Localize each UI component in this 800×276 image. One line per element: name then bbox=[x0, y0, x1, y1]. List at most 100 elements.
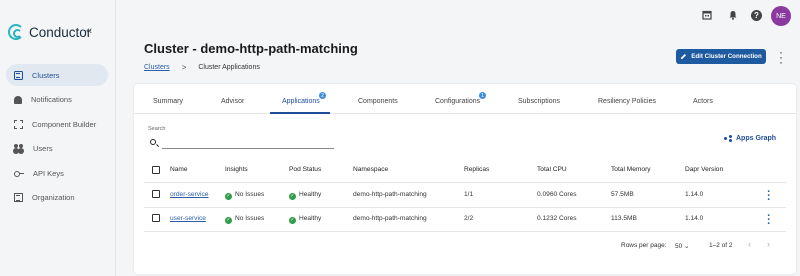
search-label: Search bbox=[148, 126, 166, 132]
dapr-version-cell: 1.14.0 bbox=[685, 191, 704, 198]
breadcrumb-separator: > bbox=[181, 63, 187, 72]
users-icon bbox=[14, 144, 24, 153]
tab-actors[interactable]: Actors bbox=[693, 98, 713, 105]
tab-applications-badge: 2 bbox=[319, 92, 326, 99]
pod-status-cell: ✓ Healthy bbox=[289, 215, 321, 224]
applications-card: Summary Advisor Applications 2 Component… bbox=[134, 84, 796, 274]
sidebar-item-label: Clusters bbox=[32, 70, 60, 80]
sidebar-nav: Clusters Notifications Component Builder… bbox=[6, 64, 108, 211]
column-header-replicas[interactable]: Replicas bbox=[464, 166, 489, 173]
breadcrumb-current: Cluster Applications bbox=[198, 64, 260, 71]
app-link-user-service[interactable]: user-service bbox=[170, 215, 206, 222]
tab-components[interactable]: Components bbox=[358, 98, 398, 105]
row-checkbox[interactable] bbox=[152, 190, 160, 198]
edit-cluster-connection-button[interactable]: Edit Cluster Connection bbox=[676, 49, 766, 64]
tab-resiliency-policies[interactable]: Resiliency Policies bbox=[598, 98, 656, 105]
breadcrumb: Clusters > Cluster Applications bbox=[144, 63, 260, 72]
tab-summary[interactable]: Summary bbox=[153, 98, 183, 105]
search-icon bbox=[150, 139, 156, 145]
total-cpu-cell: 0.1232 Cores bbox=[537, 215, 577, 222]
breadcrumb-link-clusters[interactable]: Clusters bbox=[144, 64, 170, 71]
replicas-cell: 1/1 bbox=[464, 191, 474, 198]
header-divider bbox=[144, 182, 786, 183]
dapr-version-cell: 1.14.0 bbox=[685, 215, 704, 222]
check-circle-icon: ✓ bbox=[225, 193, 232, 200]
tab-subscriptions[interactable]: Subscriptions bbox=[518, 98, 560, 105]
column-header-dapr-version[interactable]: Dapr Version bbox=[685, 166, 723, 173]
row-checkbox[interactable] bbox=[152, 214, 160, 222]
sidebar-item-clusters[interactable]: Clusters bbox=[6, 64, 108, 86]
column-header-insights[interactable]: Insights bbox=[225, 166, 248, 173]
total-memory-cell: 113.5MB bbox=[611, 215, 637, 222]
sidebar-item-organization[interactable]: Organization bbox=[6, 187, 108, 209]
sidebar-item-api-keys[interactable]: API Keys bbox=[6, 162, 108, 184]
logo-text: Conductor bbox=[29, 24, 92, 40]
tab-configurations-badge: 1 bbox=[479, 92, 486, 99]
pod-status-cell: ✓ Healthy bbox=[289, 191, 321, 200]
rows-per-page-select[interactable]: 50 ⌄ bbox=[675, 242, 690, 250]
sidebar-item-notifications[interactable]: Notifications bbox=[6, 89, 108, 111]
column-header-name[interactable]: Name bbox=[170, 166, 188, 173]
clusters-icon bbox=[14, 70, 23, 80]
pagination-range: 1–2 of 2 bbox=[709, 242, 733, 249]
row-divider bbox=[144, 231, 786, 232]
apps-graph-label: Apps Graph bbox=[736, 135, 777, 142]
check-circle-icon: ✓ bbox=[225, 217, 232, 224]
logo[interactable]: Conductor bbox=[8, 24, 91, 40]
organization-icon bbox=[14, 193, 23, 202]
column-header-namespace[interactable]: Namespace bbox=[353, 166, 388, 173]
replicas-cell: 2/2 bbox=[464, 215, 474, 222]
insights-text: No Issues bbox=[235, 191, 265, 198]
sidebar: Conductor « Clusters Notifications Compo… bbox=[0, 0, 116, 276]
avatar[interactable]: NE bbox=[771, 6, 791, 26]
namespace-cell: demo-http-path-matching bbox=[353, 215, 427, 222]
active-tab-indicator bbox=[270, 112, 330, 114]
page-title: Cluster - demo-http-path-matching bbox=[144, 41, 358, 56]
column-header-total-memory[interactable]: Total Memory bbox=[611, 166, 651, 173]
row-divider bbox=[144, 207, 786, 208]
sidebar-item-label: Component Builder bbox=[32, 119, 97, 129]
check-circle-icon: ✓ bbox=[289, 217, 296, 224]
sidebar-item-label: Organization bbox=[32, 193, 75, 202]
help-icon[interactable]: ? bbox=[751, 10, 762, 21]
previous-page-icon[interactable]: ‹ bbox=[748, 239, 751, 249]
apps-graph-button[interactable]: Apps Graph bbox=[724, 135, 776, 142]
rows-per-page-label: Rows per page: bbox=[621, 242, 667, 249]
namespace-cell: demo-http-path-matching bbox=[353, 191, 427, 198]
insights-text: No Issues bbox=[235, 215, 265, 222]
notifications-bell-icon[interactable] bbox=[728, 10, 738, 20]
key-icon bbox=[14, 170, 24, 177]
search-input[interactable] bbox=[162, 135, 334, 149]
sidebar-item-users[interactable]: Users bbox=[6, 138, 108, 160]
graph-icon bbox=[724, 135, 732, 142]
builder-icon bbox=[14, 119, 23, 129]
insights-cell: ✓ No Issues bbox=[225, 215, 264, 224]
sidebar-item-component-builder[interactable]: Component Builder bbox=[6, 113, 108, 135]
next-page-icon[interactable]: › bbox=[767, 239, 770, 249]
tab-bar: Summary Advisor Applications 2 Component… bbox=[134, 92, 796, 114]
edit-button-label: Edit Cluster Connection bbox=[691, 53, 762, 60]
pod-status-text: Healthy bbox=[299, 191, 322, 198]
sidebar-item-label: Users bbox=[33, 144, 53, 153]
app-link-order-service[interactable]: order-service bbox=[170, 191, 208, 198]
total-cpu-cell: 0.0960 Cores bbox=[537, 191, 577, 198]
check-circle-icon: ✓ bbox=[289, 193, 296, 200]
rows-per-page-value: 50 bbox=[675, 243, 683, 250]
collapse-sidebar-icon[interactable]: « bbox=[86, 25, 92, 37]
total-memory-cell: 57.5MB bbox=[611, 191, 634, 198]
calendar-icon[interactable] bbox=[702, 10, 712, 20]
tab-applications[interactable]: Applications bbox=[282, 98, 320, 105]
row-actions-icon[interactable]: · · · bbox=[766, 211, 772, 230]
column-header-total-cpu[interactable]: Total CPU bbox=[537, 166, 567, 173]
tab-configurations[interactable]: Configurations bbox=[435, 98, 480, 105]
tab-advisor[interactable]: Advisor bbox=[221, 98, 244, 105]
more-options-icon[interactable]: · · · bbox=[778, 46, 784, 68]
sidebar-item-label: Notifications bbox=[31, 95, 72, 104]
pod-status-text: Healthy bbox=[299, 215, 322, 222]
select-all-checkbox[interactable] bbox=[152, 166, 160, 174]
row-actions-icon[interactable]: · · · bbox=[766, 187, 772, 206]
chevron-down-icon: ⌄ bbox=[684, 243, 690, 250]
column-header-pod-status[interactable]: Pod Status bbox=[289, 166, 321, 173]
pencil-icon bbox=[681, 54, 687, 59]
insights-cell: ✓ No Issues bbox=[225, 191, 264, 200]
